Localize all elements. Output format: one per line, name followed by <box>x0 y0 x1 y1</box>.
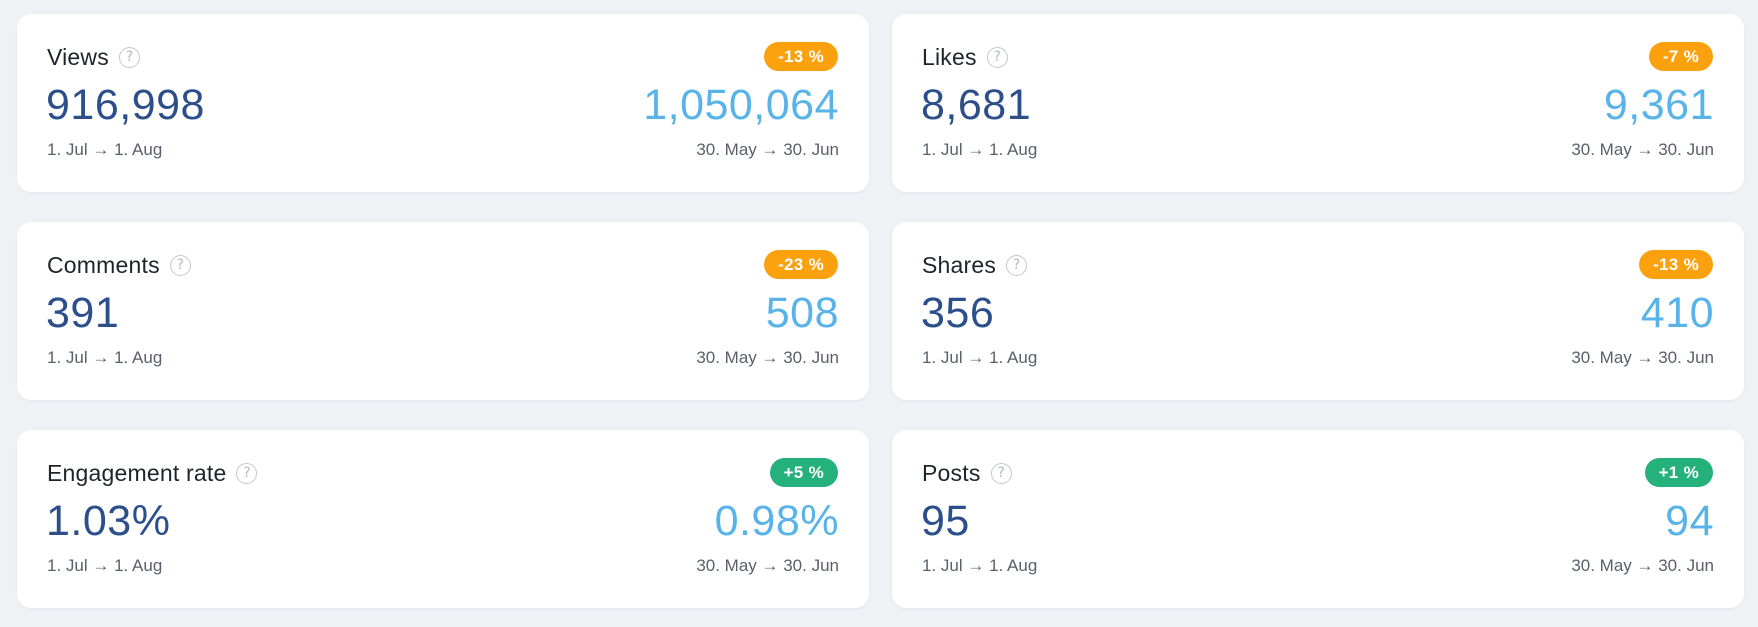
current-value: 916,998 <box>46 81 205 129</box>
card-title: Views <box>47 43 109 70</box>
previous-period: 30. May → 30. Jun <box>1571 556 1714 575</box>
card-title: Likes <box>922 43 977 70</box>
current-period: 1. Jul → 1. Aug <box>922 140 1038 159</box>
current-value: 8,681 <box>921 81 1032 129</box>
question-circle-icon[interactable]: ? <box>169 254 191 276</box>
question-circle-icon[interactable]: ? <box>118 46 140 68</box>
change-badge: -23 % <box>764 250 838 279</box>
shares-card: Shares ? -13 % 356 410 1. Jul → 1. Aug 3… <box>892 222 1744 400</box>
previous-value: 508 <box>765 289 839 337</box>
comments-card: Comments ? -23 % 391 508 1. Jul → 1. Aug… <box>17 222 869 400</box>
card-title: Posts <box>922 459 981 486</box>
current-period: 1. Jul → 1. Aug <box>922 348 1038 367</box>
card-title: Shares <box>922 251 997 278</box>
previous-period: 30. May → 30. Jun <box>696 140 839 159</box>
stats-grid: Views ? -13 % 916,998 1,050,064 1. Jul →… <box>17 14 1744 608</box>
card-header: Engagement rate ? <box>47 458 258 488</box>
previous-value: 1,050,064 <box>643 81 839 129</box>
engagement-rate-card: Engagement rate ? +5 % 1.03% 0.98% 1. Ju… <box>17 430 869 608</box>
current-period: 1. Jul → 1. Aug <box>922 556 1038 575</box>
posts-card: Posts ? +1 % 95 94 1. Jul → 1. Aug 30. M… <box>892 430 1744 608</box>
card-header: Views ? <box>47 42 140 72</box>
card-header: Comments ? <box>47 250 191 280</box>
question-circle-icon[interactable]: ? <box>986 46 1008 68</box>
change-badge: +1 % <box>1644 458 1713 487</box>
current-value: 391 <box>46 289 120 337</box>
card-header: Posts ? <box>922 458 1012 488</box>
current-value: 95 <box>921 497 970 545</box>
question-circle-icon[interactable]: ? <box>1006 254 1028 276</box>
card-title: Comments <box>47 251 160 278</box>
current-period: 1. Jul → 1. Aug <box>47 556 163 575</box>
views-card: Views ? -13 % 916,998 1,050,064 1. Jul →… <box>17 14 869 192</box>
change-badge: -13 % <box>1639 250 1713 279</box>
previous-period: 30. May → 30. Jun <box>1571 140 1714 159</box>
card-title: Engagement rate <box>47 459 227 486</box>
current-value: 356 <box>921 289 995 337</box>
card-header: Shares ? <box>922 250 1028 280</box>
previous-period: 30. May → 30. Jun <box>696 556 839 575</box>
change-badge: +5 % <box>769 458 838 487</box>
previous-period: 30. May → 30. Jun <box>696 348 839 367</box>
change-badge: -7 % <box>1648 42 1713 71</box>
current-value: 1.03% <box>46 497 171 545</box>
current-period: 1. Jul → 1. Aug <box>47 140 163 159</box>
previous-value: 0.98% <box>714 497 839 545</box>
previous-value: 9,361 <box>1603 81 1714 129</box>
previous-period: 30. May → 30. Jun <box>1571 348 1714 367</box>
previous-value: 94 <box>1665 497 1714 545</box>
question-circle-icon[interactable]: ? <box>236 462 258 484</box>
change-badge: -13 % <box>764 42 838 71</box>
current-period: 1. Jul → 1. Aug <box>47 348 163 367</box>
question-circle-icon[interactable]: ? <box>990 462 1012 484</box>
previous-value: 410 <box>1640 289 1714 337</box>
card-header: Likes ? <box>922 42 1008 72</box>
likes-card: Likes ? -7 % 8,681 9,361 1. Jul → 1. Aug… <box>892 14 1744 192</box>
